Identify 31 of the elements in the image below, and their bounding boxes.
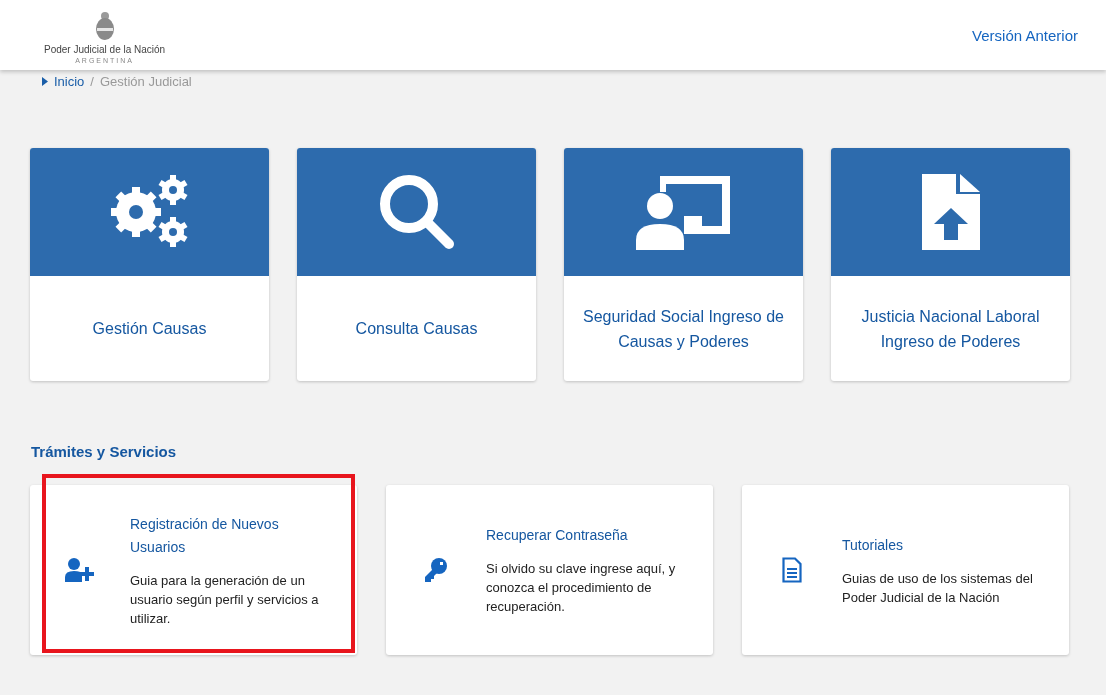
app-card-title: Consulta Causas [354,319,479,339]
file-upload-icon [921,174,980,250]
breadcrumb-item[interactable]: Inicio [54,73,85,89]
presenter-icon [635,174,732,250]
service-description: Si olvido su clave ingrese aquí, y conozca el procedimiento de recuperación. [486,560,677,616]
app-card[interactable]: Justicia Nacional Laboral Ingreso de Poderes [831,148,1070,381]
emblem-icon [93,11,116,41]
service-title: Tutoriales [842,535,904,555]
app-card[interactable]: Seguridad Social Ingreso de Causas y Poderes [564,148,803,381]
key-icon [425,558,447,582]
service-title: Registración de Nuevos Usuarios [130,514,280,557]
breadcrumb-item: Gestión Judicial [100,73,192,89]
section-heading: Trámites y Servicios [31,443,178,462]
app-card-title: Justicia Nacional Laboral Ingreso de Poderes [860,306,1041,352]
service-card[interactable]: Recuperar Contraseña Si olvido su clave ingrese aquí, y conozca el procedimiento de recuperación. [386,485,713,655]
service-card[interactable]: Registración de Nuevos Usuarios Guia para la generación de un usuario según perfil y servicios a utilizar. [30,485,357,655]
service-title: Recuperar Contraseña [486,526,629,545]
search-icon [378,174,455,250]
service-card[interactable]: Tutoriales Guias de uso de los sistemas del Poder Judicial de la Nación [742,485,1069,655]
user-add-icon [65,558,95,582]
app-card-title: Seguridad Social Ingreso de Causas y Poderes [582,306,785,352]
document-icon [782,557,802,583]
service-description: Guia para la generación de un usuario según perfil y servicios a utilizar. [130,571,320,628]
breadcrumb-separator: / [90,73,94,89]
service-description: Guias de uso de los sistemas del Poder Judicial de la Nación [842,569,1034,607]
app-card[interactable]: Consulta Causas [297,148,536,381]
previous-version-link[interactable]: Versión Anterior [972,26,1078,44]
logo-title: Poder Judicial de la Nación [44,44,166,56]
app-card[interactable]: Gestión Causas [30,148,269,381]
app-card-title: Gestión Causas [91,319,208,339]
caret-icon [42,76,48,86]
